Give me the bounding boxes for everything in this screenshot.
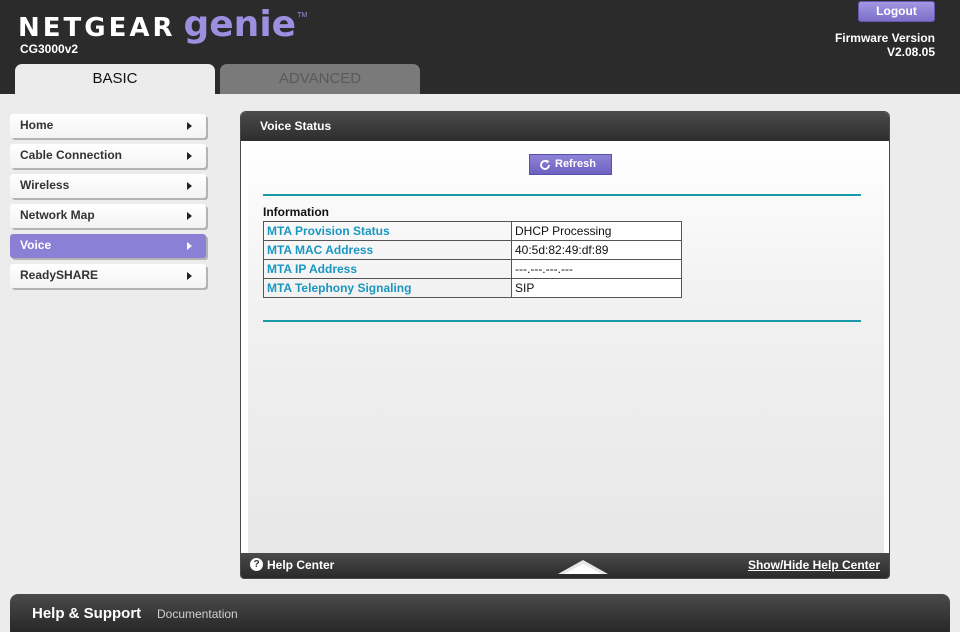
sidebar-item-label: Wireless — [20, 178, 70, 192]
row-value: SIP — [511, 278, 682, 298]
model-name: CG3000v2 — [20, 42, 79, 56]
row-key: MTA Telephony Signaling — [263, 278, 512, 298]
panel-body: Refresh Information MTA Provision Status… — [248, 141, 884, 555]
divider — [263, 194, 861, 196]
help-support-bar: Help & Support Documentation — [10, 594, 950, 632]
help-support-label: Help & Support — [32, 605, 142, 622]
panel-header: Voice Status — [241, 112, 889, 141]
chevron-up-icon[interactable] — [558, 558, 608, 574]
help-center-label[interactable]: Help Center — [267, 558, 334, 572]
arrow-right-icon — [187, 122, 192, 130]
table-row: MTA Telephony Signaling SIP — [263, 278, 682, 298]
arrow-right-icon — [187, 152, 192, 160]
table-row: MTA IP Address ---.---.---.--- — [263, 259, 682, 279]
arrow-right-icon — [187, 212, 192, 220]
documentation-link[interactable]: Documentation — [157, 607, 238, 621]
panel-title: Voice Status — [260, 119, 332, 133]
show-hide-help-center-link[interactable]: Show/Hide Help Center — [748, 558, 880, 572]
row-key: MTA IP Address — [263, 259, 512, 279]
row-key: MTA MAC Address — [263, 240, 512, 260]
arrow-right-icon — [187, 242, 192, 250]
table-row: MTA Provision Status DHCP Processing — [263, 221, 682, 241]
refresh-icon — [540, 159, 550, 170]
section-label-information: Information — [263, 205, 329, 219]
voice-status-panel: Voice Status Refresh Information MTA Pro… — [240, 111, 890, 579]
sidebar-item-readyshare[interactable]: ReadySHARE — [10, 264, 206, 288]
sidebar-item-label: Voice — [20, 238, 52, 252]
firmware-version-label: Firmware Version — [834, 31, 935, 45]
sidebar-item-label: Home — [20, 118, 54, 132]
sidebar-item-wireless[interactable]: Wireless — [10, 174, 206, 198]
tab-advanced[interactable]: ADVANCED — [220, 64, 420, 94]
refresh-button[interactable]: Refresh — [529, 154, 612, 175]
voice-info-table: MTA Provision Status DHCP Processing MTA… — [263, 221, 682, 298]
sidebar: Home Cable Connection Wireless Network M… — [10, 114, 208, 294]
logo-brand: NETGEAR — [18, 13, 176, 43]
row-value: DHCP Processing — [511, 221, 682, 241]
row-value: 40:5d:82:49:df:89 — [511, 240, 682, 260]
logo-product: genie — [183, 4, 297, 45]
firmware-version-value: V2.08.05 — [886, 45, 935, 59]
tab-basic[interactable]: BASIC — [15, 64, 215, 94]
sidebar-item-label: Cable Connection — [20, 148, 123, 162]
sidebar-item-voice[interactable]: Voice — [10, 234, 206, 258]
sidebar-item-cable-connection[interactable]: Cable Connection — [10, 144, 206, 168]
logo-trademark: TM — [297, 12, 308, 19]
sidebar-item-network-map[interactable]: Network Map — [10, 204, 206, 228]
arrow-right-icon — [187, 272, 192, 280]
arrow-right-icon — [187, 182, 192, 190]
help-icon[interactable]: ? — [250, 558, 263, 571]
help-center-bar: ? Help Center Show/Hide Help Center — [241, 553, 889, 578]
refresh-label: Refresh — [555, 158, 596, 170]
row-key: MTA Provision Status — [263, 221, 512, 241]
sidebar-item-home[interactable]: Home — [10, 114, 206, 138]
row-value: ---.---.---.--- — [511, 259, 682, 279]
netgear-genie-logo: NETGEAR genieTM — [18, 4, 307, 45]
header: NETGEAR genieTM CG3000v2 Logout Firmware … — [0, 0, 960, 94]
sidebar-item-label: Network Map — [20, 208, 95, 222]
logout-button[interactable]: Logout — [858, 1, 935, 22]
table-row: MTA MAC Address 40:5d:82:49:df:89 — [263, 240, 682, 260]
divider — [263, 320, 861, 322]
sidebar-item-label: ReadySHARE — [20, 268, 99, 282]
